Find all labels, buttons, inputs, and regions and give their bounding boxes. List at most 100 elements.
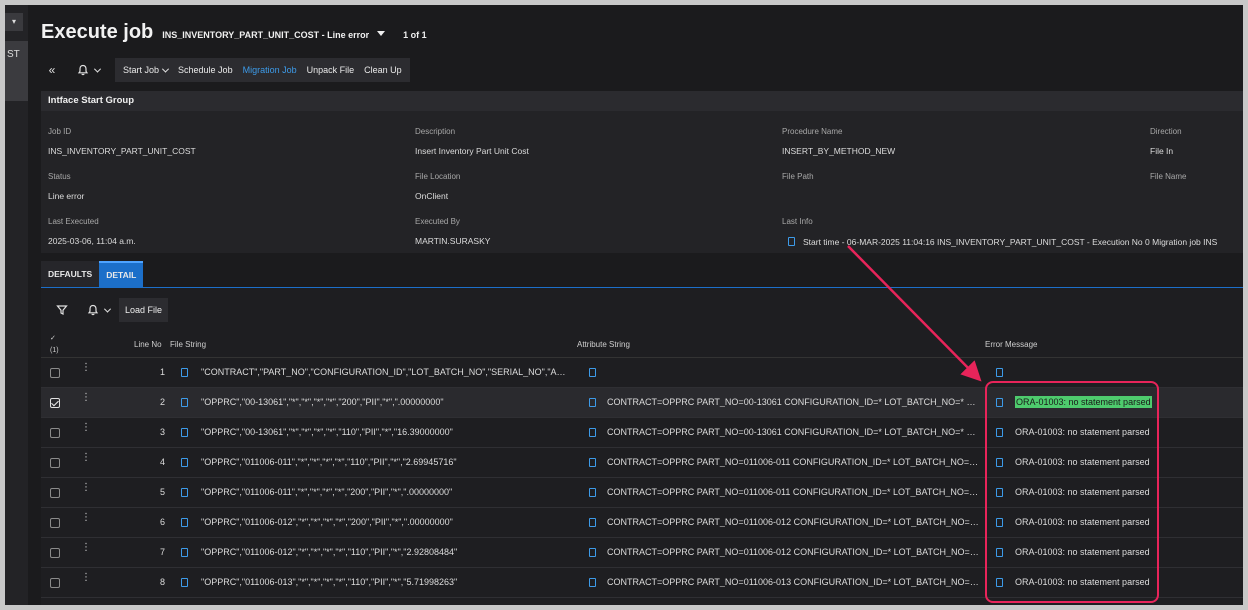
- cell-error-message: ORA-01003: no statement parsed: [1015, 457, 1150, 467]
- document-icon[interactable]: [996, 428, 1003, 437]
- field-label: File Name: [1150, 172, 1187, 181]
- document-icon[interactable]: [589, 428, 596, 437]
- chevron-down-icon: [103, 305, 111, 313]
- tab-detail[interactable]: DETAIL: [99, 261, 144, 287]
- field-direction: Direction File In: [1150, 127, 1182, 156]
- document-icon[interactable]: [996, 368, 1003, 377]
- field-value: Insert Inventory Part Unit Cost: [415, 146, 529, 156]
- clean-up-button[interactable]: Clean Up: [359, 58, 407, 82]
- command-toolbar: « Start Job Schedule Job Migration Job U…: [41, 57, 410, 83]
- table-row[interactable]: ⋮ 2 "OPPRC","00-13061","*","*","*","*","…: [41, 388, 1243, 418]
- chevron-down-icon: [161, 65, 170, 73]
- field-last-info: Last Info Start time - 06-MAR-2025 11:04…: [782, 217, 1243, 247]
- field-file-name: File Name: [1150, 172, 1186, 191]
- field-label: Procedure Name: [782, 127, 843, 136]
- cell-attribute-string: CONTRACT=OPPRC PART_NO=011006-012 CONFIG…: [607, 547, 981, 557]
- document-icon[interactable]: [181, 518, 188, 527]
- column-file-string[interactable]: File String: [170, 340, 206, 349]
- table-row[interactable]: ⋮ 1 "CONTRACT","PART_NO","CONFIGURATION_…: [41, 358, 1243, 388]
- row-checkbox[interactable]: [50, 518, 60, 528]
- document-icon[interactable]: [589, 578, 596, 587]
- job-selector[interactable]: INS_INVENTORY_PART_UNIT_COST - Line erro…: [162, 30, 386, 40]
- field-label: File Location: [415, 172, 461, 181]
- field-value: MARTIN.SURASKY: [415, 236, 491, 246]
- document-icon[interactable]: [996, 458, 1003, 467]
- row-checkbox[interactable]: [50, 578, 60, 588]
- document-icon[interactable]: [996, 488, 1003, 497]
- document-icon[interactable]: [181, 578, 188, 587]
- more-options-icon[interactable]: ⋮: [81, 453, 91, 467]
- filter-icon[interactable]: [51, 299, 73, 321]
- document-icon[interactable]: [589, 458, 596, 467]
- start-job-button[interactable]: Start Job: [118, 58, 173, 82]
- row-checkbox[interactable]: [50, 428, 60, 438]
- document-icon[interactable]: [181, 548, 188, 557]
- notification-menu[interactable]: [83, 299, 113, 321]
- record-pager: 1 of 1: [403, 30, 427, 40]
- row-checkbox[interactable]: [50, 368, 60, 378]
- tab-defaults[interactable]: DEFAULTS: [41, 261, 100, 287]
- document-icon[interactable]: [589, 548, 596, 557]
- field-job-id: Job ID INS_INVENTORY_PART_UNIT_COST: [48, 127, 196, 156]
- rail-collapse-icon[interactable]: ▾: [5, 13, 23, 31]
- migration-job-button[interactable]: Migration Job: [238, 58, 302, 82]
- rail-tab[interactable]: ST: [5, 41, 28, 101]
- document-icon[interactable]: [589, 518, 596, 527]
- column-line-no[interactable]: Line No: [134, 340, 162, 349]
- table-row[interactable]: ⋮ 8 "OPPRC","011006-013","*","*","*","*"…: [41, 568, 1243, 598]
- document-icon[interactable]: [589, 488, 596, 497]
- cell-line-no: 2: [159, 397, 165, 407]
- field-procedure-name: Procedure Name INSERT_BY_METHOD_NEW: [782, 127, 895, 156]
- document-icon[interactable]: [996, 398, 1003, 407]
- document-icon[interactable]: [181, 368, 188, 377]
- table-row[interactable]: ⋮ 3 "OPPRC","00-13061","*","*","*","*","…: [41, 418, 1243, 448]
- table-row[interactable]: ⋮ 7 "OPPRC","011006-012","*","*","*","*"…: [41, 538, 1243, 568]
- cell-file-string: "OPPRC","011006-012","*","*","*","*","11…: [201, 547, 458, 557]
- field-value: Line error: [48, 191, 85, 201]
- unpack-file-button[interactable]: Unpack File: [302, 58, 360, 82]
- table-row[interactable]: ⋮ 5 "OPPRC","011006-011","*","*","*","*"…: [41, 478, 1243, 508]
- cell-line-no: 4: [159, 457, 165, 467]
- field-description: Description Insert Inventory Part Unit C…: [415, 127, 529, 156]
- row-checkbox[interactable]: [50, 458, 60, 468]
- document-icon[interactable]: [589, 368, 596, 377]
- more-options-icon[interactable]: ⋮: [81, 513, 91, 527]
- more-options-icon[interactable]: ⋮: [81, 573, 91, 587]
- row-checkbox[interactable]: [50, 488, 60, 498]
- more-options-icon[interactable]: ⋮: [81, 483, 91, 497]
- back-icon[interactable]: «: [41, 59, 63, 81]
- row-checkbox[interactable]: [50, 398, 60, 408]
- more-options-icon[interactable]: ⋮: [81, 363, 91, 377]
- load-file-button[interactable]: Load File: [119, 298, 169, 322]
- table-row[interactable]: ⋮ 4 "OPPRC","011006-011","*","*","*","*"…: [41, 448, 1243, 478]
- document-icon[interactable]: [996, 548, 1003, 557]
- cell-line-no: 6: [159, 517, 165, 527]
- document-icon[interactable]: [996, 578, 1003, 587]
- more-options-icon[interactable]: ⋮: [81, 393, 91, 407]
- document-icon[interactable]: [996, 518, 1003, 527]
- document-icon[interactable]: [589, 398, 596, 407]
- caret-down-icon[interactable]: [377, 31, 386, 36]
- selected-count[interactable]: (1) ✓: [50, 335, 59, 354]
- more-options-icon[interactable]: ⋮: [81, 543, 91, 557]
- document-icon[interactable]: [788, 237, 795, 246]
- cell-line-no: 7: [159, 547, 165, 557]
- bell-icon: [77, 64, 88, 76]
- table-row[interactable]: ⋮ 6 "OPPRC","011006-012","*","*","*","*"…: [41, 508, 1243, 538]
- cell-line-no: 8: [159, 577, 165, 587]
- field-label: Description: [415, 127, 456, 136]
- field-label: Job ID: [48, 127, 72, 136]
- row-checkbox[interactable]: [50, 548, 60, 558]
- notification-menu[interactable]: [71, 59, 105, 81]
- column-attribute-string[interactable]: Attribute String: [577, 340, 630, 349]
- job-selector-label: INS_INVENTORY_PART_UNIT_COST - Line erro…: [162, 30, 370, 40]
- schedule-job-button[interactable]: Schedule Job: [173, 58, 238, 82]
- more-options-icon[interactable]: ⋮: [81, 423, 91, 437]
- document-icon[interactable]: [181, 428, 188, 437]
- funnel-shape: [56, 305, 68, 315]
- column-error-message[interactable]: Error Message: [985, 340, 1037, 349]
- field-executed-by: Executed By MARTIN.SURASKY: [415, 217, 490, 246]
- document-icon[interactable]: [181, 398, 188, 407]
- document-icon[interactable]: [181, 458, 188, 467]
- document-icon[interactable]: [181, 488, 188, 497]
